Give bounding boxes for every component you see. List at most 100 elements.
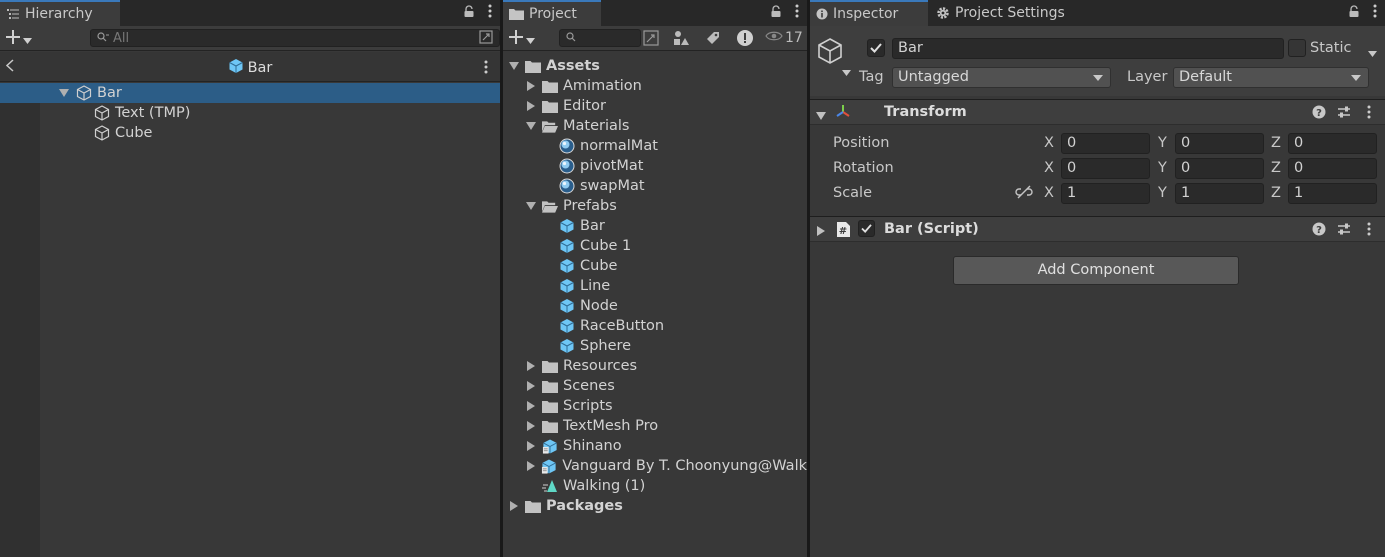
- project-item[interactable]: normalMat: [503, 136, 807, 156]
- project-item[interactable]: Packages: [503, 496, 807, 516]
- presets-icon[interactable]: [1337, 222, 1351, 240]
- project-item[interactable]: Vanguard By T. Choonyung@Walk: [503, 456, 807, 476]
- foldout-arrow-icon[interactable]: [525, 120, 537, 132]
- kebab-menu-icon[interactable]: [1373, 4, 1377, 18]
- foldout-arrow-icon[interactable]: [525, 80, 537, 92]
- help-icon[interactable]: ?: [1312, 105, 1326, 123]
- help-icon[interactable]: ?: [1312, 222, 1326, 240]
- project-item[interactable]: Prefabs: [503, 196, 807, 216]
- foldout-arrow-icon[interactable]: [525, 420, 537, 432]
- script-enabled-checkbox[interactable]: [858, 220, 875, 237]
- kebab-menu-icon[interactable]: [484, 60, 488, 78]
- foldout-arrow-icon[interactable]: [525, 400, 537, 412]
- foldout-arrow-icon[interactable]: [525, 440, 537, 452]
- foldout-arrow-icon[interactable]: [525, 460, 536, 472]
- chevron-down-icon[interactable]: [842, 64, 851, 80]
- position-x-field[interactable]: 0: [1061, 133, 1150, 154]
- search-by-label-icon[interactable]: [705, 30, 721, 50]
- lock-icon[interactable]: [770, 4, 782, 18]
- hierarchy-item[interactable]: Cube: [0, 123, 500, 143]
- project-item[interactable]: Scripts: [503, 396, 807, 416]
- search-placeholder: All: [113, 30, 130, 46]
- prefab-icon: [559, 338, 575, 354]
- active-checkbox[interactable]: [867, 39, 885, 57]
- tag-dropdown[interactable]: Untagged: [892, 67, 1111, 88]
- project-item[interactable]: Materials: [503, 116, 807, 136]
- hidden-packages-toggle[interactable]: 17: [765, 30, 803, 46]
- project-item[interactable]: Cube: [503, 256, 807, 276]
- tab-inspector[interactable]: Inspector: [810, 0, 928, 26]
- object-name-field[interactable]: Bar: [892, 38, 1284, 59]
- foldout-arrow-icon[interactable]: [58, 87, 70, 99]
- project-item[interactable]: Cube 1: [503, 236, 807, 256]
- rotation-x-field[interactable]: 0: [1061, 158, 1150, 179]
- foldout-arrow-icon[interactable]: [508, 60, 520, 72]
- project-item[interactable]: Sphere: [503, 336, 807, 356]
- scale-x-field[interactable]: 1: [1061, 183, 1150, 204]
- foldout-arrow-icon[interactable]: [817, 224, 825, 240]
- foldout-arrow-icon[interactable]: [525, 380, 537, 392]
- project-item[interactable]: Shinano: [503, 436, 807, 456]
- foldout-arrow-icon[interactable]: [816, 108, 826, 124]
- constrain-proportions-icon[interactable]: [1015, 185, 1033, 203]
- position-z-field[interactable]: 0: [1288, 133, 1377, 154]
- kebab-menu-icon[interactable]: [488, 4, 492, 18]
- project-item[interactable]: Line: [503, 276, 807, 296]
- prefab-icon: [559, 318, 575, 334]
- project-item[interactable]: Amimation: [503, 76, 807, 96]
- project-item[interactable]: RaceButton: [503, 316, 807, 336]
- foldout-arrow-icon[interactable]: [525, 360, 537, 372]
- project-item[interactable]: Bar: [503, 216, 807, 236]
- foldout-arrow-icon[interactable]: [508, 500, 520, 512]
- kebab-menu-icon[interactable]: [795, 4, 799, 18]
- project-item[interactable]: Assets: [503, 56, 807, 76]
- project-item[interactable]: Node: [503, 296, 807, 316]
- hierarchy-item[interactable]: Bar: [0, 83, 500, 103]
- hierarchy-item-label: Bar: [97, 85, 122, 101]
- project-panel: Project 17 Assets Amimation Editor Mater…: [503, 0, 807, 557]
- layer-dropdown[interactable]: Default: [1173, 67, 1369, 88]
- tab-project-settings[interactable]: Project Settings: [930, 0, 1080, 26]
- rotation-z-field[interactable]: 0: [1288, 158, 1377, 179]
- foldout-arrow-icon[interactable]: [525, 100, 537, 112]
- bar-script-header[interactable]: # Bar (Script) ?: [810, 216, 1385, 242]
- add-component-button[interactable]: Add Component: [953, 256, 1239, 285]
- static-checkbox[interactable]: [1288, 39, 1306, 57]
- rotation-y-field[interactable]: 0: [1175, 158, 1264, 179]
- foldout-arrow-icon[interactable]: [525, 200, 537, 212]
- static-dropdown-icon[interactable]: [1368, 45, 1377, 61]
- presets-icon[interactable]: [1337, 105, 1351, 123]
- material-icon: [559, 178, 575, 194]
- project-item[interactable]: swapMat: [503, 176, 807, 196]
- project-item[interactable]: Resources: [503, 356, 807, 376]
- scene-search-toggle-icon[interactable]: [479, 30, 493, 48]
- project-item[interactable]: Editor: [503, 96, 807, 116]
- scale-y-field[interactable]: 1: [1175, 183, 1264, 204]
- tab-hierarchy[interactable]: Hierarchy: [0, 0, 120, 26]
- hierarchy-item[interactable]: Text (TMP): [0, 103, 500, 123]
- search-by-scene-icon[interactable]: [643, 30, 659, 50]
- project-item[interactable]: Scenes: [503, 376, 807, 396]
- gameobject-icon[interactable]: [816, 37, 844, 69]
- tab-project[interactable]: Project: [503, 0, 601, 26]
- search-by-type-icon[interactable]: [673, 30, 689, 50]
- project-item[interactable]: TextMesh Pro: [503, 416, 807, 436]
- warning-filter-icon[interactable]: [736, 29, 754, 51]
- tab-label: Inspector: [833, 6, 899, 22]
- lock-icon[interactable]: [1348, 4, 1360, 18]
- kebab-menu-icon[interactable]: [1367, 222, 1371, 240]
- project-item[interactable]: pivotMat: [503, 156, 807, 176]
- project-item[interactable]: Walking (1): [503, 476, 807, 496]
- transform-header[interactable]: Transform ?: [810, 99, 1385, 125]
- scale-z-field[interactable]: 1: [1288, 183, 1377, 204]
- hierarchy-search-input[interactable]: All: [90, 29, 500, 47]
- plus-icon: [6, 28, 20, 49]
- position-y-field[interactable]: 0: [1175, 133, 1264, 154]
- create-asset-dropdown-button[interactable]: [509, 29, 543, 47]
- project-search-input[interactable]: [559, 29, 641, 47]
- create-dropdown-button[interactable]: [6, 29, 40, 47]
- lock-icon[interactable]: [463, 4, 475, 18]
- kebab-menu-icon[interactable]: [1367, 105, 1371, 123]
